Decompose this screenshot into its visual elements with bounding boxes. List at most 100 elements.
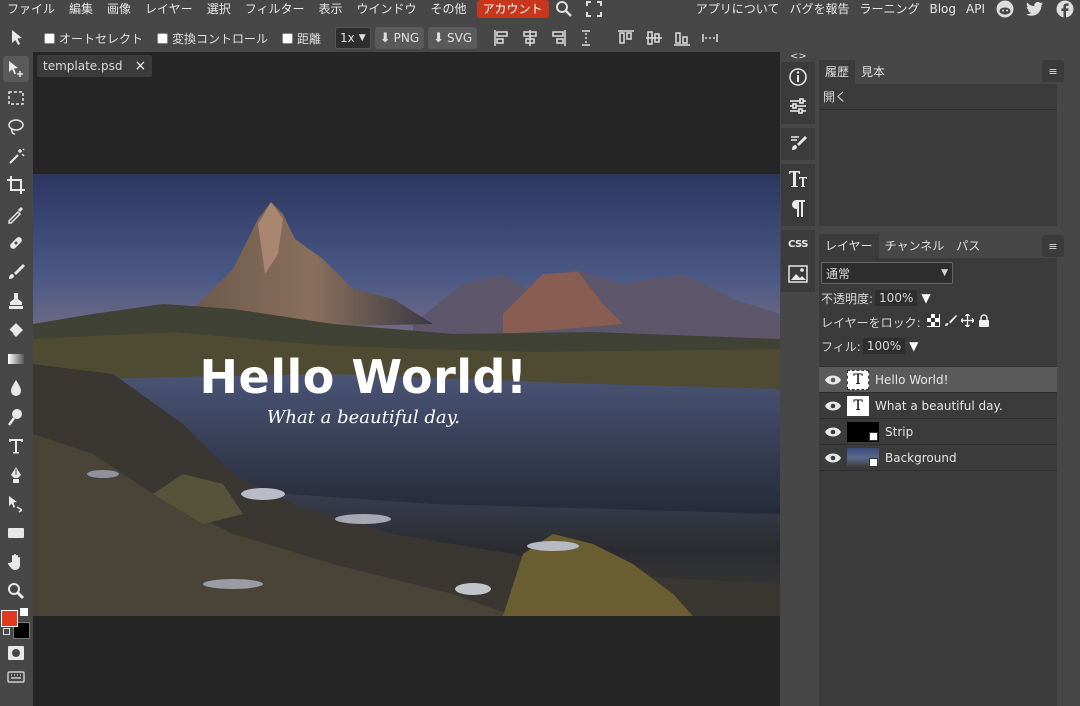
brush-settings-icon[interactable] bbox=[781, 128, 815, 157]
chevron-down-icon: ▼ bbox=[941, 268, 948, 278]
eye-icon[interactable] bbox=[819, 401, 847, 411]
crop-tool-icon[interactable] bbox=[3, 172, 29, 198]
menu-edit[interactable]: 編集 bbox=[62, 0, 100, 18]
lock-all-icon[interactable] bbox=[978, 314, 990, 330]
align-bottom-icon[interactable] bbox=[671, 27, 693, 49]
auto-select-checkbox[interactable]: オートセレクト bbox=[44, 30, 143, 47]
align-top-icon[interactable] bbox=[615, 27, 637, 49]
reset-colors-icon[interactable] bbox=[3, 628, 10, 635]
distances-checkbox[interactable]: 距離 bbox=[282, 30, 321, 47]
gradient-tool-icon[interactable] bbox=[3, 346, 29, 372]
export-svg-button[interactable]: ⬇ SVG bbox=[428, 27, 478, 49]
swap-colors-icon[interactable] bbox=[20, 608, 28, 616]
zoom-tool-icon[interactable] bbox=[3, 578, 29, 604]
history-panel-menu-button[interactable]: ≡ bbox=[1042, 60, 1064, 82]
fullscreen-icon[interactable] bbox=[583, 0, 605, 18]
path-select-icon[interactable] bbox=[3, 491, 29, 517]
twitter-icon[interactable] bbox=[1024, 0, 1046, 18]
menu-api[interactable]: API bbox=[961, 0, 990, 18]
tab-swatches[interactable]: 見本 bbox=[855, 60, 891, 84]
lock-position-icon[interactable] bbox=[959, 313, 975, 330]
distribute-h-icon[interactable] bbox=[575, 27, 597, 49]
menu-about[interactable]: アプリについて bbox=[691, 0, 785, 18]
transform-controls-checkbox[interactable]: 変換コントロール bbox=[157, 30, 268, 47]
move-tool-icon[interactable] bbox=[3, 56, 29, 82]
quick-mask-icon[interactable] bbox=[3, 640, 29, 666]
zoom-select[interactable]: 1x ▼ bbox=[335, 27, 371, 49]
menu-filter[interactable]: フィルター bbox=[238, 0, 312, 18]
collapse-left-toggle[interactable]: <> bbox=[790, 51, 807, 62]
tab-history[interactable]: 履歴 bbox=[819, 60, 856, 84]
menu-window[interactable]: ウインドウ bbox=[349, 0, 423, 18]
type-tool-icon[interactable] bbox=[3, 433, 29, 459]
brush-tool-icon[interactable] bbox=[3, 259, 29, 285]
canvas[interactable]: Hello World! What a beautiful day. bbox=[33, 174, 780, 616]
canvas-title-text[interactable]: Hello World! bbox=[33, 350, 737, 404]
align-middle-icon[interactable] bbox=[643, 27, 665, 49]
tab-layers[interactable]: レイヤー bbox=[819, 234, 879, 258]
close-icon[interactable]: × bbox=[134, 58, 146, 74]
healing-brush-icon[interactable] bbox=[3, 230, 29, 256]
menu-image[interactable]: 画像 bbox=[100, 0, 138, 18]
tab-paths[interactable]: パス bbox=[950, 234, 986, 258]
export-png-button[interactable]: ⬇ PNG bbox=[374, 27, 425, 49]
menu-blog[interactable]: Blog bbox=[924, 0, 961, 18]
eye-icon[interactable] bbox=[819, 427, 847, 437]
panel-icon-column: CSS bbox=[780, 52, 816, 706]
pen-tool-icon[interactable] bbox=[3, 462, 29, 488]
eraser-icon[interactable] bbox=[3, 317, 29, 343]
layer-row[interactable]: T What a beautiful day. bbox=[819, 393, 1057, 419]
lock-transparency-icon[interactable] bbox=[926, 314, 940, 330]
eye-icon[interactable] bbox=[819, 375, 847, 385]
fill-input[interactable]: 100% bbox=[862, 338, 906, 354]
distribute-v-icon[interactable] bbox=[699, 27, 721, 49]
lasso-tool-icon[interactable] bbox=[3, 114, 29, 140]
menu-select[interactable]: 選択 bbox=[200, 0, 238, 18]
menu-file[interactable]: ファイル bbox=[0, 0, 62, 18]
lock-pixels-icon[interactable] bbox=[944, 314, 957, 330]
foreground-color-swatch[interactable] bbox=[1, 610, 18, 627]
opacity-dropdown-icon[interactable]: ▼ bbox=[921, 291, 930, 305]
adjustments-icon[interactable] bbox=[781, 91, 815, 120]
reddit-icon[interactable] bbox=[994, 0, 1016, 18]
keyboard-icon[interactable] bbox=[3, 664, 29, 690]
blend-mode-select[interactable]: 通常 ▼ bbox=[821, 262, 953, 284]
menu-view[interactable]: 表示 bbox=[311, 0, 349, 18]
align-center-h-icon[interactable] bbox=[519, 27, 541, 49]
menu-bar: ファイル 編集 画像 レイヤー 選択 フィルター 表示 ウインドウ その他 アカ… bbox=[0, 0, 1080, 18]
history-list: 開く bbox=[819, 84, 1057, 110]
facebook-icon[interactable] bbox=[1054, 0, 1076, 18]
eyedropper-icon[interactable] bbox=[3, 201, 29, 227]
tab-channels[interactable]: チャンネル bbox=[879, 234, 951, 258]
layer-row[interactable]: Strip bbox=[819, 419, 1057, 445]
opacity-input[interactable]: 100% bbox=[875, 290, 918, 306]
menu-layer[interactable]: レイヤー bbox=[138, 0, 200, 18]
hand-tool-icon[interactable] bbox=[3, 549, 29, 575]
rectangle-tool-icon[interactable] bbox=[3, 520, 29, 546]
menu-more[interactable]: その他 bbox=[424, 0, 474, 18]
clone-stamp-icon[interactable] bbox=[3, 288, 29, 314]
align-right-icon[interactable] bbox=[547, 27, 569, 49]
info-icon[interactable] bbox=[781, 62, 815, 91]
align-left-icon[interactable] bbox=[491, 27, 513, 49]
menu-report-bug[interactable]: バグを報告 bbox=[784, 0, 854, 18]
layer-row[interactable]: T Hello World! bbox=[819, 367, 1057, 393]
eye-icon[interactable] bbox=[819, 453, 847, 463]
history-item[interactable]: 開く bbox=[819, 84, 1057, 110]
fill-dropdown-icon[interactable]: ▼ bbox=[909, 339, 918, 353]
account-button[interactable]: アカウント bbox=[476, 0, 549, 18]
document-tab[interactable]: template.psd × bbox=[37, 55, 153, 77]
blur-tool-icon[interactable] bbox=[3, 375, 29, 401]
marquee-tool-icon[interactable] bbox=[3, 85, 29, 111]
search-icon[interactable] bbox=[553, 0, 575, 18]
magic-wand-icon[interactable] bbox=[3, 143, 29, 169]
menu-learn[interactable]: ラーニング bbox=[854, 0, 924, 18]
paragraph-icon[interactable] bbox=[781, 193, 815, 222]
image-icon[interactable] bbox=[781, 259, 815, 288]
layer-row[interactable]: Background bbox=[819, 445, 1057, 471]
dodge-tool-icon[interactable] bbox=[3, 404, 29, 430]
character-icon[interactable] bbox=[781, 164, 815, 193]
css-icon[interactable]: CSS bbox=[781, 230, 815, 259]
canvas-subtitle-text[interactable]: What a beautiful day. bbox=[33, 407, 737, 428]
layers-panel-menu-button[interactable]: ≡ bbox=[1042, 235, 1064, 257]
